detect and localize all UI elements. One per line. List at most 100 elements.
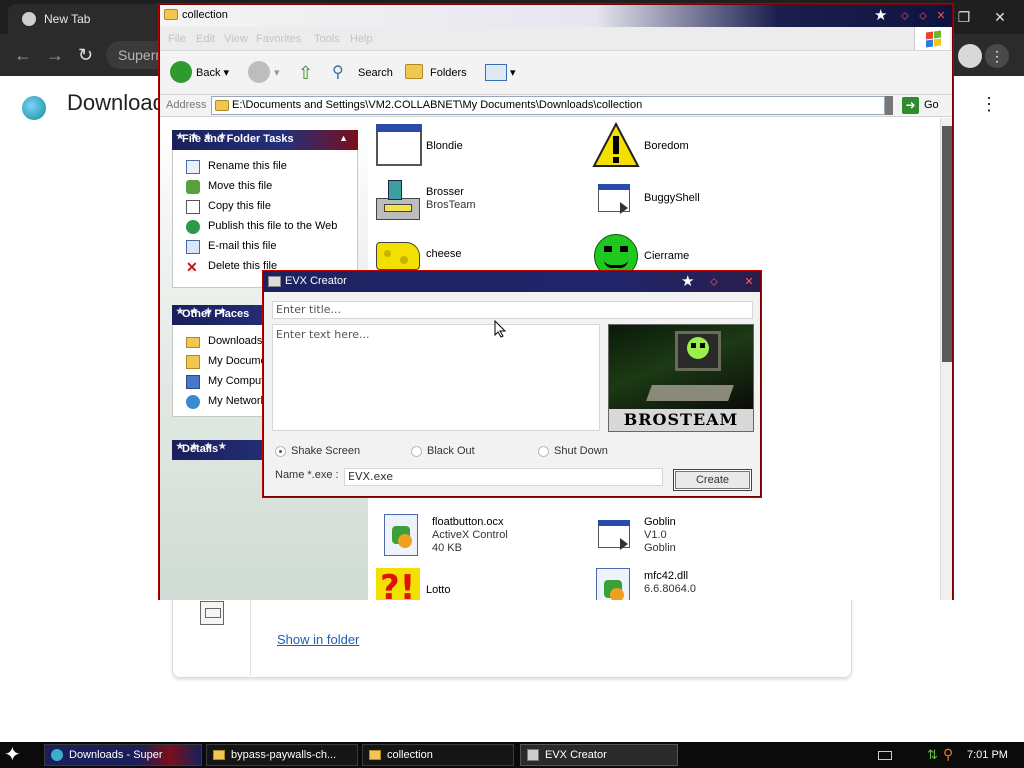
page-title: Download [67,90,165,115]
evx-titlebar[interactable]: EVX Creator ★ ⬦ ✕ [264,272,760,292]
radio-button[interactable] [538,446,549,457]
browser-icon [51,749,63,761]
folders-button[interactable]: Folders [430,61,467,85]
printer-icon [374,176,422,224]
taskbar-label: bypass-paywalls-ch... [231,749,337,761]
close-button[interactable]: ✕ [742,275,756,289]
address-label: Address [166,99,207,111]
minimize-button[interactable]: ⬦ [898,9,912,23]
forward-icon[interactable] [248,61,270,83]
menu-file[interactable]: File [168,33,186,45]
evx-creator-dialog: EVX Creator ★ ⬦ ✕ Enter title... Enter t… [263,271,761,497]
file-item[interactable]: Boredom [592,121,802,174]
radio-button[interactable] [411,446,422,457]
forward-dropdown-icon[interactable]: ▾ [274,61,280,85]
network-icon [186,395,200,409]
file-item[interactable]: Blondie [374,122,584,174]
file-item[interactable]: Brosser BrosTeam [374,176,584,228]
search-tray-icon[interactable]: ⚲ [943,746,953,763]
title-input[interactable]: Enter title... [272,301,753,319]
omnibox[interactable]: Superm [106,41,166,69]
back-arrow-icon[interactable]: ← [14,46,32,64]
file-item[interactable]: mfc42.dll 6.6.8064.0 [592,566,802,600]
address-value: E:\Documents and Settings\VM2.COLLABNET\… [232,99,643,111]
menu-tools[interactable]: Tools [314,33,340,45]
taskbar-label: EVX Creator [545,749,607,761]
task-label: Copy this file [208,200,271,212]
downloads-logo-icon [22,96,46,120]
message-textarea[interactable]: Enter text here... [272,324,600,431]
exe-name-input[interactable]: EVX.exe [344,468,663,486]
create-button[interactable]: Create [673,469,752,491]
close-button[interactable]: ✕ [934,9,948,23]
taskbar: ✦ Downloads - Super bypass-paywalls-ch..… [0,742,1024,768]
search-button[interactable]: Search [358,61,393,85]
file-name: mfc42.dll [644,570,689,582]
task-label: Move this file [208,180,273,192]
my-computer-icon [186,375,200,389]
reload-icon[interactable]: ↻ [78,46,93,64]
file-item[interactable]: floatbutton.ocx ActiveX Control 40 KB [380,512,590,564]
menu-favorites[interactable]: Favorites [256,33,301,45]
option-label: Shake Screen [291,445,361,457]
back-button[interactable]: Back ▾ [196,61,229,85]
copy-icon [186,200,200,214]
menu-edit[interactable]: Edit [196,33,215,45]
address-dropdown-icon[interactable] [885,96,893,115]
start-button[interactable]: ✦ [4,744,21,766]
back-icon[interactable] [170,61,192,83]
radio-button[interactable] [275,446,286,457]
maximize-button[interactable]: ⬦ [916,9,930,23]
forward-arrow-icon[interactable]: → [46,46,64,64]
more-options-icon[interactable]: ⋮ [980,94,998,115]
new-tab-icon [22,12,36,26]
show-in-folder-link[interactable]: Show in folder [277,632,359,647]
scrollbar-thumb[interactable] [942,126,952,362]
file-tasks-header[interactable]: ★★★★ File and Folder Tasks ▲ [172,130,358,150]
keyboard-icon[interactable] [878,751,892,760]
menu-view[interactable]: View [224,33,248,45]
folder-icon [164,9,178,20]
network-status-icon[interactable]: ⇅ [927,747,938,763]
taskbar-button-collection[interactable]: collection [362,744,514,766]
task-label: E-mail this file [208,240,277,252]
window-icon [374,122,422,170]
go-button[interactable]: ➜ Go [902,96,950,115]
explorer-titlebar[interactable]: collection ★ ⬦ ⬦ ✕ [160,5,952,27]
warning-icon [592,121,640,170]
maximize-button[interactable]: ⬦ [707,275,721,289]
close-icon[interactable]: ✕ [980,0,1020,34]
browser-menu-icon[interactable]: ⋮ [985,44,1009,68]
menu-help[interactable]: Help [350,33,373,45]
up-folder-icon[interactable]: ⇧ [298,61,313,85]
file-item[interactable]: Goblin V1.0 Goblin [592,512,802,564]
taskbar-button-bypass[interactable]: bypass-paywalls-ch... [206,744,358,766]
file-name: Blondie [426,140,463,152]
option-label: Shut Down [554,445,608,457]
address-input[interactable]: E:\Documents and Settings\VM2.COLLABNET\… [211,96,885,115]
file-tasks-title: File and Folder Tasks [182,133,294,145]
lotto-icon: ?! [374,566,422,600]
profile-avatar-icon[interactable] [958,44,982,68]
views-dropdown-icon[interactable]: ▾ [510,61,516,85]
vertical-scrollbar[interactable] [940,118,952,600]
taskbar-button-evx-creator[interactable]: EVX Creator [520,744,678,766]
place-label: My Network [208,395,267,407]
file-detail: V1.0 [644,529,667,541]
collapse-icon[interactable]: ▲ [339,133,348,143]
file-item[interactable]: BuggyShell [592,176,802,228]
star-icon: ★ [874,7,888,24]
folders-icon[interactable] [405,64,423,79]
views-icon[interactable] [485,64,507,81]
my-documents-icon [186,355,200,369]
rename-icon [186,160,200,174]
delete-x-icon: ✕ [186,259,198,275]
place-label: My Docume [208,355,267,367]
window-icon [592,512,640,560]
search-icon[interactable]: ⚲ [332,61,344,85]
taskbar-button-downloads[interactable]: Downloads - Super [44,744,202,766]
browser-tab-title: New Tab [44,12,91,26]
name-label: Name *.exe : [275,469,339,481]
file-item[interactable]: ?! Lotto [374,566,584,600]
task-label: Rename this file [208,160,287,172]
